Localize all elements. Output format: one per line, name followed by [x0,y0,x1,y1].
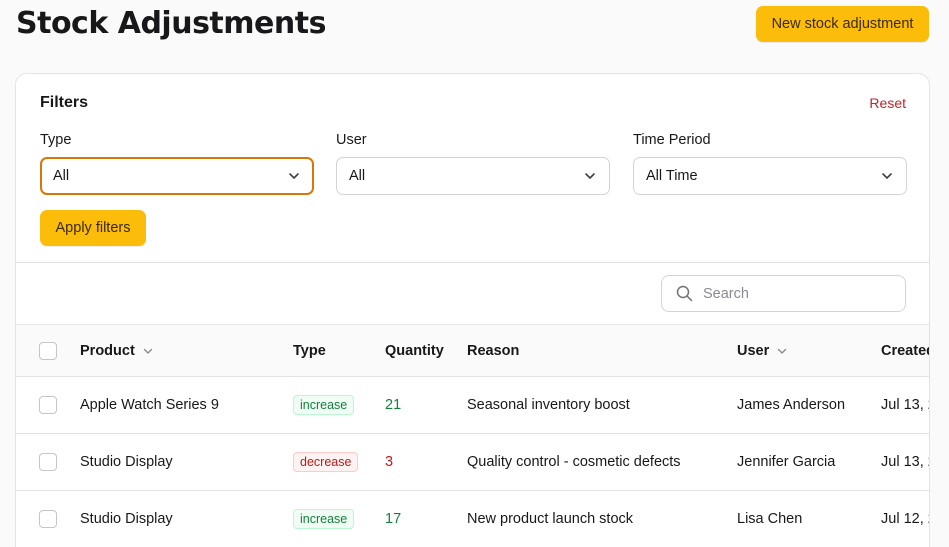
column-quantity: Quantity [385,325,444,376]
column-created-label: Created [881,342,930,359]
created-cell: Jul 13, 2 [881,454,929,470]
time-period-filter-label: Time Period [633,132,711,148]
quantity-cell: 17 [385,511,402,527]
time-period-select[interactable]: All Time [633,157,907,195]
created-cell: Jul 12, 2 [881,511,929,527]
column-product-label: Product [80,342,135,359]
column-created: Created [881,325,930,376]
row-checkbox[interactable] [39,396,57,414]
search-box[interactable] [661,275,906,312]
reason-cell: Seasonal inventory boost [467,397,630,413]
type-filter: Type All [40,132,314,195]
type-badge: increase [293,509,355,529]
user-filter-label: User [336,132,367,148]
column-type-label: Type [293,342,326,359]
type-filter-label: Type [40,132,72,148]
user-cell: Jennifer Garcia [737,454,836,470]
table-header: Product Type Quantity Reason User Create… [16,324,930,377]
column-reason: Reason [467,325,519,376]
chevron-down-icon [585,173,595,179]
column-product[interactable]: Product [80,325,154,376]
apply-filters-button[interactable]: Apply filters [40,210,146,246]
chevron-down-icon [882,173,892,179]
table-row[interactable]: Studio Display increase 17 New product l… [16,491,929,547]
table-row[interactable]: Studio Display decrease 3 Quality contro… [16,434,929,491]
product-cell: Studio Display [80,511,173,527]
type-select[interactable]: All [40,157,314,195]
quantity-cell: 3 [385,454,394,470]
chevron-down-icon [778,348,787,354]
column-user[interactable]: User [737,325,788,376]
user-cell: James Anderson [737,397,846,413]
search-icon [676,285,693,302]
filters-title: Filters [40,94,89,111]
column-type: Type [293,325,326,376]
product-cell: Studio Display [80,454,173,470]
column-reason-label: Reason [467,342,520,359]
product-cell: Apple Watch Series 9 [80,397,219,413]
time-period-select-value: All Time [646,168,698,184]
chevron-down-icon [289,173,299,179]
select-all-cell [39,325,57,376]
row-select-cell [39,491,57,547]
adjustments-table: Product Type Quantity Reason User Create… [16,324,930,547]
select-all-checkbox[interactable] [39,341,57,360]
type-cell: increase [293,491,355,547]
row-checkbox[interactable] [39,510,57,528]
reason-cell: New product launch stock [467,511,634,527]
reason-cell: Quality control - cosmetic defects [467,454,681,470]
row-select-cell [39,434,57,490]
created-cell: Jul 13, 2 [881,397,929,413]
table-row[interactable]: Apple Watch Series 9 increase 21 Seasona… [16,377,929,434]
column-quantity-label: Quantity [385,342,444,359]
row-checkbox[interactable] [39,453,57,471]
column-user-label: User [737,342,770,359]
type-badge: increase [293,395,355,415]
time-period-filter: Time Period All Time [633,132,907,195]
type-cell: increase [293,377,355,433]
user-filter: User All [336,132,610,195]
filters-divider [16,262,929,263]
type-select-value: All [53,168,70,184]
user-select[interactable]: All [336,157,610,195]
row-select-cell [39,377,57,433]
reset-filters-link[interactable]: Reset [869,95,906,111]
stock-adjustments-card: Filters Reset Type All User All Time Per… [15,73,930,547]
page-title: Stock Adjustments [16,6,326,41]
search-input[interactable] [703,285,883,302]
user-select-value: All [349,168,366,184]
chevron-down-icon [143,348,152,354]
new-stock-adjustment-button[interactable]: New stock adjustment [756,6,929,42]
quantity-cell: 21 [385,397,402,413]
type-cell: decrease [293,434,359,490]
user-cell: Lisa Chen [737,511,803,527]
type-badge: decrease [293,452,359,472]
